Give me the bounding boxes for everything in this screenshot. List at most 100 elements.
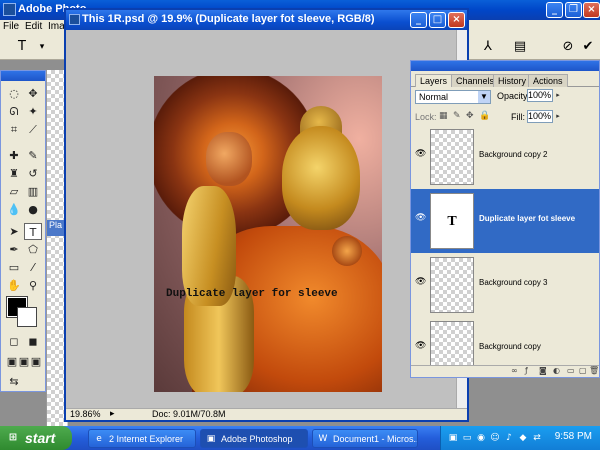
layer-row[interactable]: 👁 Background copy 3: [411, 253, 599, 318]
lock-transparency-icon[interactable]: ▦: [439, 111, 448, 121]
hand-tool-icon[interactable]: ✋: [5, 277, 23, 294]
word-icon: W: [318, 434, 328, 444]
opacity-slider-arrow-icon[interactable]: ▸: [554, 89, 562, 102]
commit-edit-icon[interactable]: ✔: [580, 39, 596, 55]
history-brush-tool-icon[interactable]: ↺: [24, 165, 42, 182]
close-button[interactable]: ×: [583, 2, 600, 18]
visibility-eye-icon[interactable]: 👁: [415, 341, 426, 351]
tab-history[interactable]: History: [493, 74, 532, 87]
tray-messenger-icon[interactable]: ☺: [489, 432, 501, 444]
shape-tool-icon[interactable]: ⬠: [24, 241, 42, 258]
tab-actions[interactable]: Actions: [528, 74, 568, 87]
menu-file[interactable]: File: [3, 21, 19, 32]
menu-edit[interactable]: Edit: [25, 21, 42, 32]
fill-field[interactable]: 100%: [527, 110, 553, 123]
buddha-head: [282, 126, 360, 230]
layer-style-icon[interactable]: ƒ: [525, 366, 528, 375]
layers-palette-header[interactable]: [411, 61, 599, 71]
visibility-eye-icon[interactable]: 👁: [415, 277, 426, 287]
tray-monitor-icon[interactable]: ▭: [461, 432, 473, 444]
tray-safely-remove-icon[interactable]: ⇄: [531, 432, 543, 444]
doc-maximize-button[interactable]: □: [429, 12, 446, 28]
taskbar-item-word[interactable]: W Document1 - Micros...: [312, 429, 418, 448]
crop-tool-icon[interactable]: ⌗: [5, 121, 23, 138]
type-layer-thumbnail: T: [430, 193, 474, 249]
tab-channels[interactable]: Channels: [451, 74, 500, 87]
gradient-tool-icon[interactable]: ▥: [24, 183, 42, 200]
layer-name: Background copy 2: [479, 150, 548, 159]
path-selection-tool-icon[interactable]: ➤: [5, 223, 23, 240]
lasso-tool-icon[interactable]: ᘏ: [5, 103, 23, 120]
layer-mask-icon[interactable]: ◙: [539, 366, 547, 375]
lock-image-icon[interactable]: ✎: [453, 111, 461, 121]
canvas-image[interactable]: Duplicate layer for sleeve: [154, 76, 382, 392]
warp-text-icon[interactable]: ⅄: [480, 39, 496, 55]
move-tool-icon[interactable]: ✥: [24, 85, 42, 102]
minimize-button[interactable]: _: [546, 2, 563, 18]
tray-network-icon[interactable]: ▣: [447, 432, 459, 444]
type-layer-text[interactable]: Duplicate layer for sleeve: [166, 288, 338, 300]
blur-tool-icon[interactable]: 💧: [5, 201, 23, 218]
background-color-swatch[interactable]: [17, 307, 37, 327]
tray-update-icon[interactable]: ◉: [475, 432, 487, 444]
blend-mode-value: Normal: [419, 92, 449, 102]
standard-mode-icon[interactable]: ◻: [5, 333, 23, 350]
status-menu-icon[interactable]: ▸: [110, 409, 115, 419]
blend-mode-select[interactable]: Normal ▼: [415, 90, 491, 104]
layer-row-selected[interactable]: 👁 T Duplicate layer fot sleeve: [411, 189, 599, 254]
delete-layer-icon[interactable]: 🗑: [589, 366, 599, 375]
opacity-field[interactable]: 100%: [527, 89, 553, 102]
eraser-tool-icon[interactable]: ▱: [5, 183, 23, 200]
doc-close-button[interactable]: ×: [448, 12, 465, 28]
jump-to-imageready-icon[interactable]: ⇆: [5, 373, 23, 390]
chevron-down-icon: ▼: [478, 91, 490, 103]
adjustment-layer-icon[interactable]: ◐: [553, 366, 560, 375]
tab-layers[interactable]: Layers: [415, 74, 453, 87]
palette-tabs: Layers Channels History Actions: [411, 71, 599, 87]
document-titlebar[interactable]: This 1R.psd @ 19.9% (Duplicate layer fot…: [66, 10, 467, 30]
clock[interactable]: 9:58 PM: [555, 431, 592, 442]
link-layers-icon[interactable]: ∞: [511, 366, 518, 375]
document-title: This 1R.psd @ 19.9% (Duplicate layer fot…: [82, 13, 375, 25]
taskbar-item-photoshop[interactable]: ▣ Adobe Photoshop: [200, 429, 308, 448]
fill-slider-arrow-icon[interactable]: ▸: [554, 110, 562, 123]
visibility-eye-icon[interactable]: 👁: [415, 213, 426, 223]
type-tool-icon[interactable]: T: [24, 223, 42, 240]
zoom-level[interactable]: 19.86%: [70, 409, 101, 419]
layer-row[interactable]: 👁 Background copy: [411, 317, 599, 365]
tray-volume-icon[interactable]: ♪: [503, 432, 515, 444]
canvas-area[interactable]: Duplicate layer for sleeve: [66, 30, 456, 408]
healing-brush-tool-icon[interactable]: ✚: [5, 147, 23, 164]
visibility-eye-icon[interactable]: 👁: [415, 149, 426, 159]
eyedropper-tool-icon[interactable]: ⁄: [24, 259, 42, 276]
magic-wand-tool-icon[interactable]: ✦: [24, 103, 42, 120]
pen-tool-icon[interactable]: ✒: [5, 241, 23, 258]
start-label: start: [25, 430, 56, 446]
new-layer-icon[interactable]: ▢: [579, 366, 587, 375]
lock-position-icon[interactable]: ✥: [466, 111, 474, 121]
tool-preset-chevron-icon[interactable]: ▾: [34, 39, 50, 55]
lock-all-icon[interactable]: 🔒: [479, 111, 490, 121]
zoom-tool-icon[interactable]: ⚲: [24, 277, 42, 294]
doc-size-info: Doc: 9.01M/70.8M: [152, 409, 226, 419]
doc-minimize-button[interactable]: _: [410, 12, 427, 28]
tools-palette-header[interactable]: [1, 71, 45, 81]
photoshop-icon: ▣: [206, 434, 216, 444]
screen-mode-full-icon[interactable]: ▣: [27, 353, 45, 370]
slice-tool-icon[interactable]: ⟋: [24, 121, 42, 138]
cancel-edit-icon[interactable]: ⊘: [560, 39, 576, 55]
palettes-toggle-icon[interactable]: ▤: [512, 39, 528, 55]
restore-button[interactable]: ❐: [565, 2, 582, 18]
new-group-icon[interactable]: ▭: [567, 366, 575, 375]
notes-tool-icon[interactable]: ▭: [5, 259, 23, 276]
layer-row[interactable]: 👁 Background copy 2: [411, 125, 599, 190]
type-tool-option-icon[interactable]: T: [14, 39, 30, 55]
taskbar-item-ie[interactable]: e 2 Internet Explorer: [88, 429, 196, 448]
clone-stamp-tool-icon[interactable]: ♜: [5, 165, 23, 182]
quick-mask-mode-icon[interactable]: ◼: [24, 333, 42, 350]
start-button[interactable]: ⊞ start: [0, 426, 72, 450]
dodge-tool-icon[interactable]: ●: [24, 201, 42, 218]
brush-tool-icon[interactable]: ✎: [24, 147, 42, 164]
marquee-tool-icon[interactable]: ◌: [5, 85, 23, 102]
tray-antivirus-icon[interactable]: ◆: [517, 432, 529, 444]
